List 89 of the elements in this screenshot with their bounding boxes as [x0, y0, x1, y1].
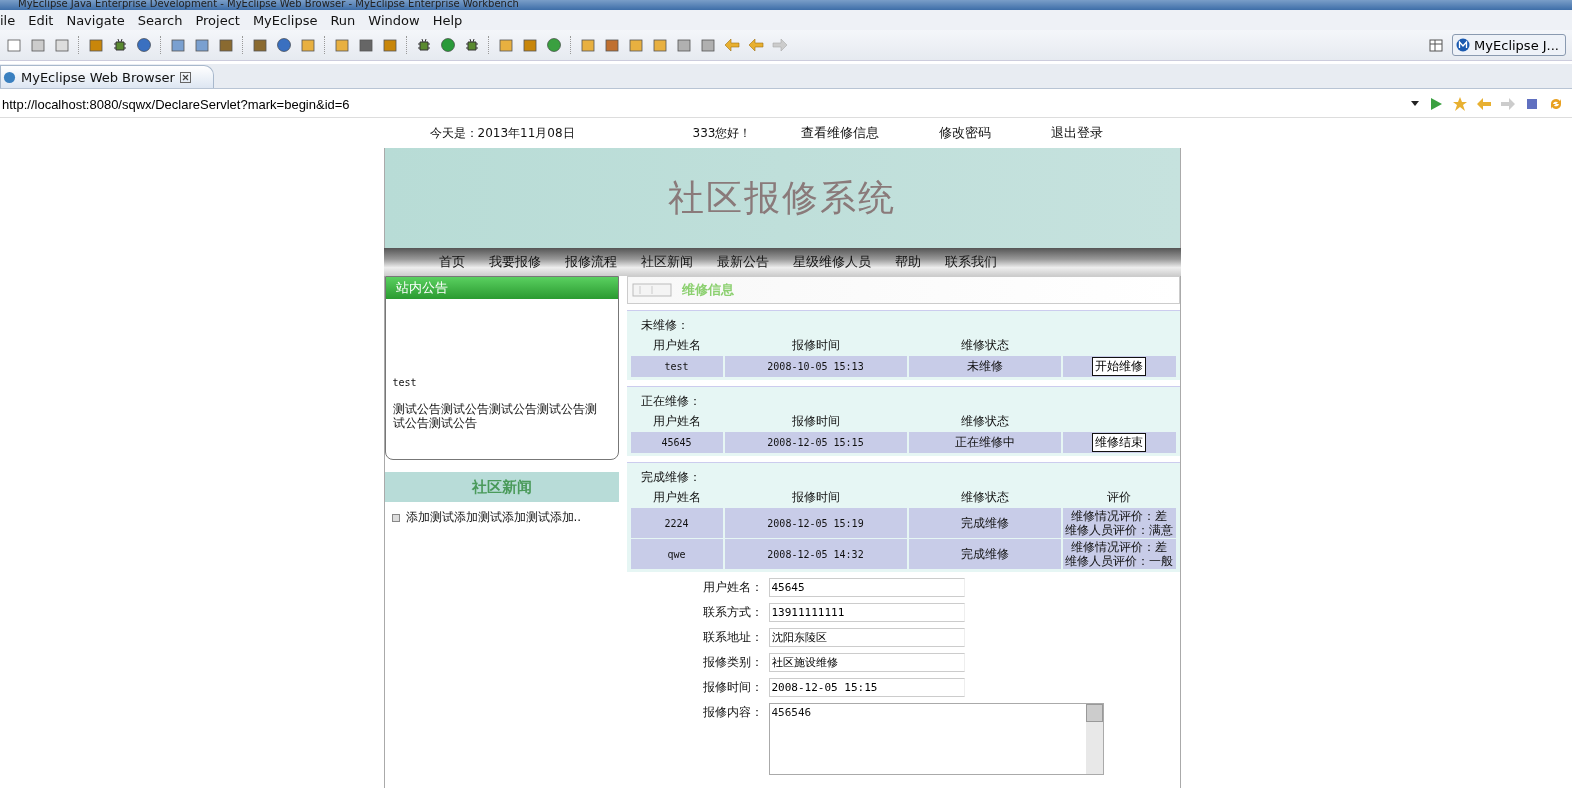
- text-area[interactable]: 456546: [768, 703, 1104, 775]
- field-label: 联系地址：: [702, 629, 763, 646]
- column-header: 用户姓名: [652, 489, 701, 504]
- stop-icon[interactable]: [1524, 96, 1540, 112]
- tab-frame-icon: [631, 283, 672, 297]
- menu-item[interactable]: Project: [189, 12, 247, 28]
- table-cell: 完成维修: [908, 508, 1061, 538]
- action-button[interactable]: 开始维修: [1092, 357, 1146, 376]
- column-header: 报修时间: [791, 489, 840, 504]
- input-field[interactable]: 2008-12-05 15:15: [768, 678, 965, 697]
- notice-title: 站内公告: [395, 279, 448, 297]
- table-cell: qwe: [630, 539, 723, 569]
- bug-icon[interactable]: [112, 37, 128, 53]
- nav-link[interactable]: 星级维修人员: [792, 253, 871, 271]
- news-link[interactable]: 添加测试添加测试添加测试添加..: [405, 509, 582, 526]
- input-field[interactable]: 13911111111: [768, 603, 965, 622]
- dropdown-caret-icon[interactable]: [1410, 100, 1420, 108]
- top-text: 今天是：2013年11月08日: [429, 124, 575, 142]
- bug-icon[interactable]: [416, 37, 432, 53]
- news-title: 社区新闻: [471, 477, 532, 497]
- column-header: 用户姓名: [652, 337, 701, 352]
- logo-icon: [1456, 38, 1471, 52]
- column-header: 维修状态: [960, 489, 1009, 504]
- arrow-left-icon[interactable]: [748, 37, 764, 53]
- notice-author: test: [392, 377, 418, 388]
- column-header: 维修状态: [960, 337, 1009, 352]
- window-title: MyEclipse Java Enterprise Development - MyEclipse Web Browser - MyEclipse Enterprise Workbench: [0, 0, 1572, 10]
- site-title: 社区报修系统: [668, 175, 896, 220]
- table-cell: 2008-10-05 15:13: [724, 356, 907, 377]
- top-text: 333您好！: [692, 124, 752, 142]
- section-title: 完成维修：: [639, 469, 702, 486]
- field-label: 联系方式：: [702, 604, 763, 621]
- section-title: 未维修：: [639, 317, 690, 334]
- table-cell: 2008-12-05 15:15: [724, 432, 907, 453]
- top-link[interactable]: 修改密码: [939, 124, 992, 142]
- menu-item[interactable]: Run: [324, 12, 363, 28]
- column-header: 评价: [1107, 489, 1131, 504]
- menu-item[interactable]: Window: [362, 12, 427, 28]
- nav-link[interactable]: 首页: [438, 253, 465, 271]
- bug-icon[interactable]: [464, 37, 480, 53]
- scrollbar[interactable]: [1085, 704, 1103, 774]
- menu-item[interactable]: Search: [131, 12, 190, 28]
- menu-item[interactable]: Edit: [22, 12, 61, 28]
- table-cell: 正在维修中: [908, 432, 1061, 453]
- nav-link[interactable]: 我要报修: [488, 253, 541, 271]
- column-header: 报修时间: [791, 413, 840, 428]
- play-icon[interactable]: [1428, 96, 1444, 112]
- input-field[interactable]: 社区施设维修: [768, 653, 965, 672]
- table-cell: 2008-12-05 15:19: [724, 508, 907, 538]
- action-button[interactable]: 维修结束: [1092, 433, 1146, 452]
- arrow-left-icon[interactable]: [724, 37, 740, 53]
- panel-title: 维修信息: [681, 281, 734, 299]
- table-cell: 45645: [630, 432, 723, 453]
- field-label: 用户姓名：: [702, 579, 763, 596]
- table-cell: 完成维修: [908, 539, 1061, 569]
- table-cell: test: [630, 356, 723, 377]
- nav-link[interactable]: 社区新闻: [640, 253, 693, 271]
- menu-item[interactable]: ile: [0, 12, 23, 28]
- nav-link[interactable]: 联系我们: [944, 253, 997, 271]
- notice-text: 测试公告测试公告测试公告测试公告测试公告测试公告: [392, 402, 598, 430]
- input-field[interactable]: 45645: [768, 578, 965, 597]
- field-label: 报修类别：: [702, 654, 763, 671]
- evaluation-cell: 维修情况评价：差 维修人员评价：满意: [1062, 508, 1176, 538]
- evaluation-cell: 维修情况评价：差 维修人员评价：一般: [1062, 539, 1176, 569]
- nav-link[interactable]: 最新公告: [716, 253, 769, 271]
- column-header: 用户姓名: [652, 413, 701, 428]
- field-label: 报修时间：: [702, 679, 763, 696]
- perspective-button[interactable]: MyEclipse J...: [1452, 34, 1566, 56]
- nav-link[interactable]: 报修流程: [564, 253, 617, 271]
- close-icon[interactable]: [179, 71, 191, 83]
- back-icon[interactable]: [1476, 96, 1492, 112]
- input-field[interactable]: 沈阳东陵区: [768, 628, 965, 647]
- menu-item[interactable]: MyEclipse: [246, 12, 325, 28]
- top-link[interactable]: 查看维修信息: [801, 124, 880, 142]
- table-cell: 未维修: [908, 356, 1061, 377]
- table-cell: 2008-12-05 14:32: [724, 539, 907, 569]
- field-label: 报修内容：: [702, 704, 763, 721]
- top-link[interactable]: 退出登录: [1051, 124, 1104, 142]
- menu-item[interactable]: Navigate: [60, 12, 132, 28]
- column-header: 维修状态: [960, 413, 1009, 428]
- table-cell: 2224: [630, 508, 723, 538]
- perspective-icon[interactable]: [1428, 37, 1445, 53]
- section-title: 正在维修：: [639, 393, 702, 410]
- nav-link[interactable]: 帮助: [894, 253, 921, 271]
- menu-item[interactable]: Help: [426, 12, 470, 28]
- bullet-icon: [391, 513, 400, 522]
- star-icon[interactable]: [1452, 96, 1468, 112]
- editor-tab[interactable]: MyEclipse Web Browser: [0, 65, 214, 88]
- column-header: 报修时间: [791, 337, 840, 352]
